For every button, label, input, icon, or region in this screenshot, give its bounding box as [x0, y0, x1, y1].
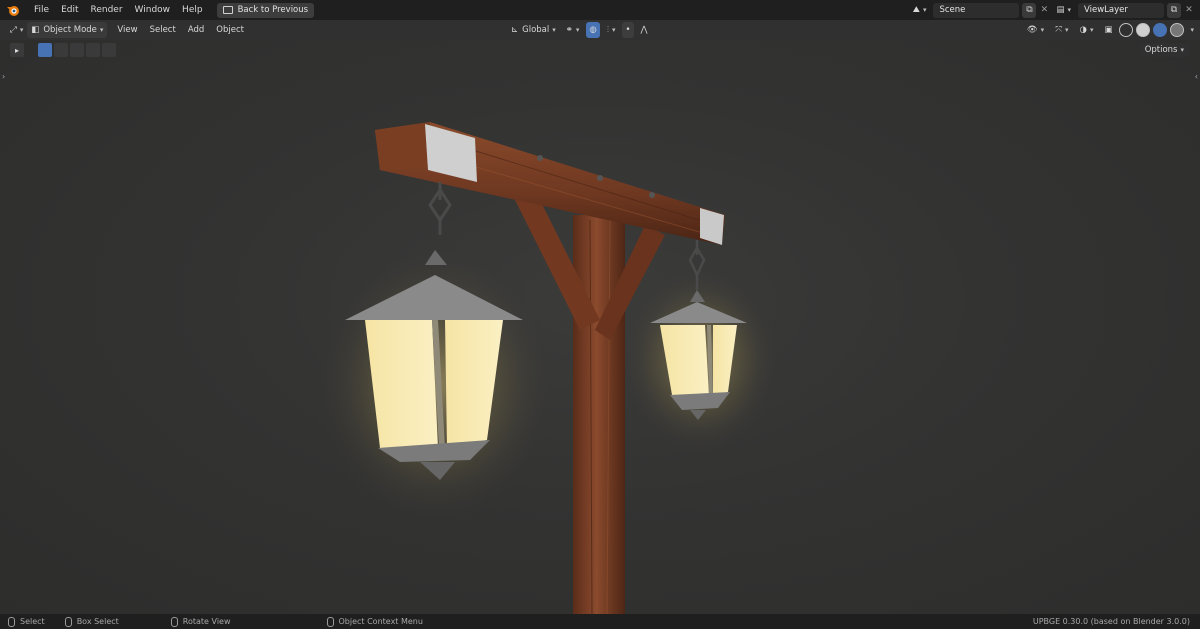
- scene-icon: ⛰: [912, 5, 920, 15]
- chevron-down-icon: ▾: [99, 26, 104, 34]
- menu-edit[interactable]: Edit: [55, 0, 84, 20]
- blender-logo-icon[interactable]: [6, 3, 20, 17]
- transform-orientation-dropdown[interactable]: ⊾ Global ▾: [508, 22, 559, 38]
- select-invert-icon[interactable]: [86, 43, 100, 57]
- menu-window[interactable]: Window: [129, 0, 177, 20]
- chevron-down-icon: ▾: [1089, 26, 1094, 34]
- chevron-down-icon: ▾: [611, 26, 616, 34]
- lamp-post-render: [315, 122, 780, 614]
- toolbar-expand-icon[interactable]: ›: [2, 72, 5, 81]
- vertical-post: [573, 215, 625, 614]
- menu-object[interactable]: Object: [210, 20, 250, 40]
- falloff-dropdown[interactable]: ⋀: [638, 22, 651, 38]
- options-label: Options: [1144, 45, 1178, 55]
- editor-type-button[interactable]: ⤢ ▾: [6, 22, 27, 38]
- chevron-down-icon: ▾: [922, 6, 927, 14]
- back-to-previous-label: Back to Previous: [237, 5, 309, 15]
- screen-icon: [222, 6, 233, 14]
- status-context-menu: Object Context Menu: [326, 616, 423, 627]
- status-box-select-label: Box Select: [76, 617, 119, 626]
- gizmo-icon: ⤧: [1055, 25, 1062, 35]
- status-context-menu-label: Object Context Menu: [338, 617, 423, 626]
- duplicate-viewlayer-icon[interactable]: ⧉: [1167, 2, 1181, 18]
- viewlayer-name-field[interactable]: ViewLayer: [1078, 2, 1164, 18]
- top-right-selectors: ⛰ ▾ Scene ⧉ ✕ ▤ ▾ ViewLayer ⧉ ✕: [909, 2, 1194, 18]
- xray-toggle[interactable]: ▣: [1100, 22, 1116, 38]
- snap-grid-icon: ⫶: [606, 25, 609, 35]
- menu-select[interactable]: Select: [144, 20, 182, 40]
- select-subtract-icon[interactable]: [70, 43, 84, 57]
- sidebar-expand-icon[interactable]: ‹: [1195, 72, 1198, 81]
- material-preview-shading-icon[interactable]: [1153, 23, 1168, 37]
- falloff-curve-icon: ⋀: [640, 25, 648, 35]
- top-menubar: File Edit Render Window Help Back to Pre…: [0, 0, 1200, 20]
- transform-tools: ⊾ Global ▾ ⚭ ▾ ◍ ⫶ ▾ • ⋀: [508, 22, 650, 38]
- xray-icon: ▣: [1104, 25, 1113, 35]
- overlays-dropdown[interactable]: ◑ ▾: [1076, 22, 1098, 38]
- chevron-down-icon: ▾: [1067, 6, 1071, 14]
- status-select-label: Select: [20, 617, 45, 626]
- status-select: Select: [8, 616, 45, 627]
- chevron-down-icon: ▾: [575, 26, 580, 34]
- options-dropdown[interactable]: Options ▾: [1138, 43, 1190, 57]
- mode-selector[interactable]: ◧ Object Mode ▾: [27, 22, 108, 38]
- chevron-down-icon: ▾: [552, 26, 556, 34]
- close-scene-icon[interactable]: ✕: [1039, 3, 1049, 18]
- mouse-middle-icon: [170, 616, 178, 627]
- wireframe-shading-icon[interactable]: [1119, 23, 1134, 37]
- mode-label: Object Mode: [43, 25, 97, 35]
- menu-view[interactable]: View: [111, 20, 143, 40]
- solid-shading-icon[interactable]: [1136, 23, 1151, 37]
- viewlayer-icon: ▤: [1056, 5, 1065, 15]
- menu-add[interactable]: Add: [182, 20, 210, 40]
- menu-help[interactable]: Help: [176, 0, 209, 20]
- overlays-icon: ◑: [1079, 25, 1087, 35]
- snap-toggle[interactable]: ◍: [586, 22, 600, 38]
- gizmo-dropdown[interactable]: ⤧ ▾: [1051, 22, 1072, 38]
- viewport-shading-tools: 👁 ▾ ⤧ ▾ ◑ ▾ ▣ ▾: [1023, 22, 1194, 38]
- status-bar: Select Box Select Rotate View Object Con…: [0, 614, 1200, 629]
- proportional-dot-icon: •: [625, 25, 631, 35]
- menu-render[interactable]: Render: [85, 0, 129, 20]
- mouse-drag-icon: [64, 616, 72, 627]
- chevron-down-icon: ▾: [1065, 26, 1069, 34]
- orientation-icon: ⊾: [511, 25, 519, 35]
- status-rotate-view: Rotate View: [170, 616, 231, 627]
- proportional-editing-toggle[interactable]: •: [622, 22, 634, 38]
- magnet-icon: ◍: [589, 25, 597, 35]
- back-to-previous-button[interactable]: Back to Previous: [216, 2, 315, 18]
- status-rotate-view-label: Rotate View: [182, 617, 231, 626]
- pivot-icon: ⚭: [565, 25, 573, 35]
- orientation-label: Global: [522, 25, 550, 35]
- tool-settings-row: ▸: [0, 40, 1200, 60]
- viewport-header: ⤢ ▾ ◧ Object Mode ▾ View Select Add Objec…: [0, 20, 1200, 40]
- axes-icon: ⤢: [10, 25, 17, 35]
- eye-icon: 👁: [1026, 25, 1038, 35]
- mouse-left-icon: [8, 616, 15, 627]
- select-tool-icon[interactable]: ▸: [10, 43, 24, 57]
- pivot-point-dropdown[interactable]: ⚭ ▾: [563, 22, 583, 38]
- chevron-down-icon: ▾: [1040, 26, 1045, 34]
- scene-name-field[interactable]: Scene: [933, 2, 1020, 18]
- chevron-down-icon[interactable]: ▾: [1190, 26, 1194, 34]
- duplicate-scene-icon[interactable]: ⧉: [1022, 2, 1037, 18]
- select-intersect-icon[interactable]: [102, 43, 116, 57]
- menu-file[interactable]: File: [28, 0, 55, 20]
- rendered-shading-icon[interactable]: [1170, 23, 1185, 37]
- object-mode-icon: ◧: [31, 25, 40, 35]
- status-box-select: Box Select: [64, 616, 119, 627]
- visibility-dropdown[interactable]: 👁 ▾: [1023, 22, 1048, 38]
- select-extend-icon[interactable]: [54, 43, 68, 57]
- mouse-right-icon: [326, 616, 334, 627]
- scene-browse-button[interactable]: ⛰ ▾: [909, 2, 931, 18]
- 3d-viewport[interactable]: [0, 40, 1200, 614]
- version-label: UPBGE 0.30.0 (based on Blender 3.0.0): [1032, 617, 1190, 626]
- viewlayer-browse-button[interactable]: ▤ ▾: [1052, 2, 1075, 18]
- snap-target-dropdown[interactable]: ⫶ ▾: [604, 22, 619, 38]
- close-viewlayer-icon[interactable]: ✕: [1184, 3, 1194, 18]
- select-new-icon[interactable]: [38, 43, 52, 57]
- chevron-down-icon: ▾: [1180, 46, 1184, 54]
- chevron-down-icon: ▾: [19, 26, 24, 34]
